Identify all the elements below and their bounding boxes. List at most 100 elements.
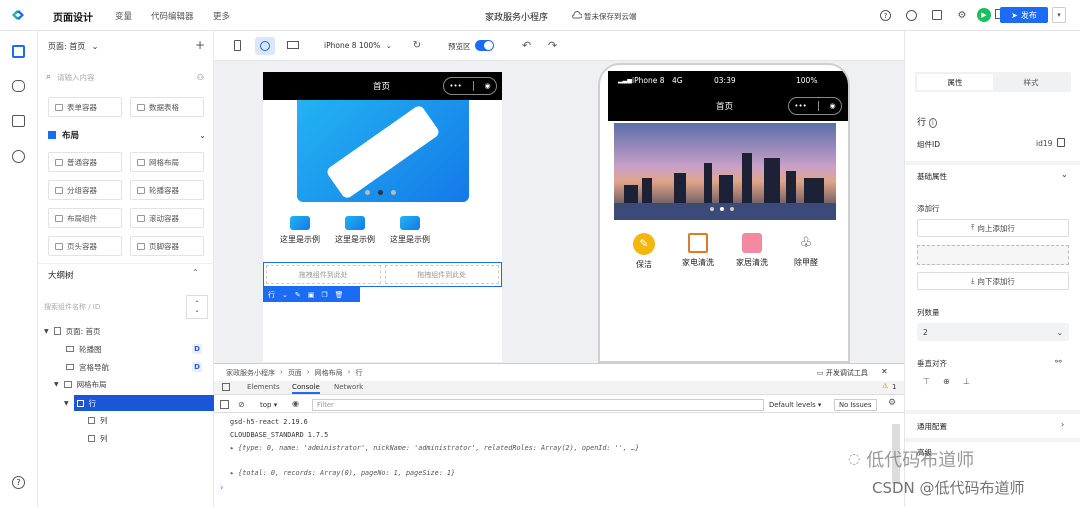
- console-line[interactable]: ▸ {total: 0, records: Array(0), pageNo: …: [230, 469, 455, 477]
- capsule-menu[interactable]: ••• ◉: [443, 77, 497, 95]
- service-item[interactable]: 家居清洗: [730, 233, 774, 268]
- tree-item-page[interactable]: ▼ 页面: 首页: [38, 323, 214, 339]
- refresh-icon[interactable]: ↻: [411, 39, 423, 51]
- component-layout[interactable]: 布局组件: [48, 208, 122, 228]
- close-icon[interactable]: ✕: [881, 367, 888, 376]
- redo-icon[interactable]: ↷: [548, 39, 557, 52]
- outline-search-input[interactable]: 搜索组件名称 / ID ⌃ ⌄: [44, 295, 208, 319]
- help-circle-icon[interactable]: ?: [12, 476, 25, 489]
- add-page-icon[interactable]: +: [195, 38, 205, 52]
- component-form-container[interactable]: 表单容器: [48, 97, 122, 117]
- component-carousel-container[interactable]: 轮播容器: [130, 180, 204, 200]
- context-select[interactable]: top ▾: [260, 401, 277, 409]
- tab-elements[interactable]: Elements: [247, 383, 280, 391]
- align-top-icon[interactable]: ⊤: [923, 377, 930, 386]
- console-line[interactable]: ▸ {type: 0, name: 'administrator', nickN…: [230, 444, 639, 452]
- database-icon[interactable]: [12, 80, 25, 92]
- component-footer-container[interactable]: 页脚容器: [130, 236, 204, 256]
- undo-icon[interactable]: ↶: [522, 39, 531, 52]
- console-prompt-icon[interactable]: ›: [220, 483, 223, 492]
- mobile-icon[interactable]: [234, 40, 241, 51]
- settings-icon[interactable]: ⚙: [888, 398, 896, 408]
- outline-collapse-icon[interactable]: ⌃: [192, 268, 199, 277]
- components-icon[interactable]: [12, 45, 25, 58]
- tree-item-col[interactable]: 列: [38, 412, 214, 428]
- service-item[interactable]: 家电清洗: [676, 233, 720, 268]
- component-tree-icon[interactable]: ⚇: [197, 73, 204, 82]
- history-icon[interactable]: [906, 10, 917, 21]
- save-icon[interactable]: ▣: [308, 291, 315, 299]
- add-row-above-button[interactable]: ⤒ 向上添加行: [917, 219, 1069, 237]
- link-icon[interactable]: ⚯: [1055, 357, 1062, 366]
- tree-item-col[interactable]: 列: [38, 430, 214, 446]
- save-icon[interactable]: [932, 10, 942, 20]
- chevron-down-icon[interactable]: ⌄: [282, 291, 288, 299]
- nav-item[interactable]: 这里是示例: [332, 216, 378, 245]
- chevron-down-icon[interactable]: ⌄: [1061, 170, 1068, 179]
- page-selector[interactable]: 页面: 首页 ⌄: [48, 41, 99, 52]
- component-scroll-container[interactable]: 滚动容器: [130, 208, 204, 228]
- grid-row-selected[interactable]: 拖拽组件到此处 拖拽组件到此处: [263, 262, 502, 287]
- nav-item[interactable]: 这里是示例: [387, 216, 433, 245]
- copy-icon[interactable]: ❐: [321, 291, 327, 299]
- stepper-icon[interactable]: ⌃ ⌄: [186, 295, 208, 319]
- open-devtools[interactable]: ▭ 开发调试工具: [817, 368, 868, 378]
- filter-input[interactable]: Filter: [312, 399, 764, 411]
- no-issues-button[interactable]: No Issues: [834, 399, 877, 411]
- component-data-table[interactable]: 数据表格: [130, 97, 204, 117]
- copy-icon[interactable]: [1057, 138, 1065, 147]
- col-count-select[interactable]: 2 ⌄: [917, 323, 1069, 341]
- layout-group-header[interactable]: 布局 ⌄: [48, 129, 206, 141]
- capsule-menu[interactable]: ••• ◉: [788, 97, 842, 115]
- component-normal-container[interactable]: 普通容器: [48, 152, 122, 172]
- chevron-right-icon[interactable]: ›: [1061, 420, 1064, 429]
- publish-button[interactable]: ➤ 发布: [1000, 7, 1048, 23]
- nav-item[interactable]: 这里是示例: [277, 216, 323, 245]
- service-item[interactable]: ✎ 保洁: [622, 233, 666, 270]
- align-bottom-icon[interactable]: ⊥: [963, 377, 970, 386]
- menu-code-editor[interactable]: 代码编辑器: [151, 10, 194, 22]
- component-header-container[interactable]: 页头容器: [48, 236, 122, 256]
- levels-select[interactable]: Default levels ▾: [769, 401, 821, 409]
- drop-zone[interactable]: 拖拽组件到此处: [266, 265, 381, 284]
- edit-icon[interactable]: ✎: [295, 291, 301, 299]
- inspect-icon[interactable]: [222, 383, 230, 391]
- clear-icon[interactable]: ⊘: [238, 400, 245, 409]
- dropdown-icon[interactable]: ▾: [1052, 7, 1066, 23]
- run-icon[interactable]: ▶: [977, 8, 991, 22]
- component-group-container[interactable]: 分组容器: [48, 180, 122, 200]
- tree-item-grid-nav[interactable]: 宫格导航 D: [38, 359, 214, 375]
- warning-icon[interactable]: ⚠: [882, 382, 888, 390]
- preview-toggle[interactable]: [475, 40, 494, 51]
- tab-properties[interactable]: 属性: [917, 74, 993, 90]
- menu-more[interactable]: 更多: [213, 10, 230, 22]
- mini-program-icon[interactable]: [255, 37, 275, 55]
- drop-zone[interactable]: 拖拽组件到此处: [384, 265, 499, 284]
- tree-item-carousel[interactable]: 轮播图 D: [38, 341, 214, 357]
- desktop-icon[interactable]: [287, 41, 299, 49]
- menu-variables[interactable]: 变量: [115, 10, 132, 22]
- basic-props-header[interactable]: 基础属性: [917, 171, 947, 182]
- carousel-dots[interactable]: [710, 207, 734, 211]
- info-icon[interactable]: i: [928, 118, 937, 128]
- page-design-title[interactable]: 页面设计: [53, 9, 93, 24]
- tree-item-row[interactable]: ▼ 行: [38, 395, 214, 411]
- service-item[interactable]: ♧ 除甲醛: [784, 233, 828, 268]
- tree-item-grid-layout[interactable]: ▼ 网格布局: [38, 376, 214, 392]
- eye-icon[interactable]: ◉: [292, 399, 299, 408]
- settings-icon[interactable]: ⚙: [956, 9, 968, 21]
- common-config-header[interactable]: 通用配置: [917, 421, 947, 432]
- row-tag[interactable]: 行: [268, 290, 275, 300]
- tab-network[interactable]: Network: [334, 383, 363, 391]
- plugin-icon[interactable]: [12, 150, 25, 163]
- delete-icon[interactable]: 🗑: [335, 291, 344, 299]
- component-grid-layout[interactable]: 网格布局: [130, 152, 204, 172]
- carousel-dots[interactable]: [365, 190, 396, 195]
- component-search[interactable]: ⌕ 请输入内容 ⚇: [46, 69, 206, 85]
- sidebar-toggle-icon[interactable]: [220, 400, 229, 409]
- align-middle-icon[interactable]: ⊕: [943, 377, 950, 386]
- help-icon[interactable]: ?: [880, 10, 891, 21]
- add-row-below-button[interactable]: ⤓ 向下添加行: [917, 272, 1069, 290]
- image-icon[interactable]: [12, 115, 25, 127]
- tab-style[interactable]: 样式: [993, 74, 1069, 90]
